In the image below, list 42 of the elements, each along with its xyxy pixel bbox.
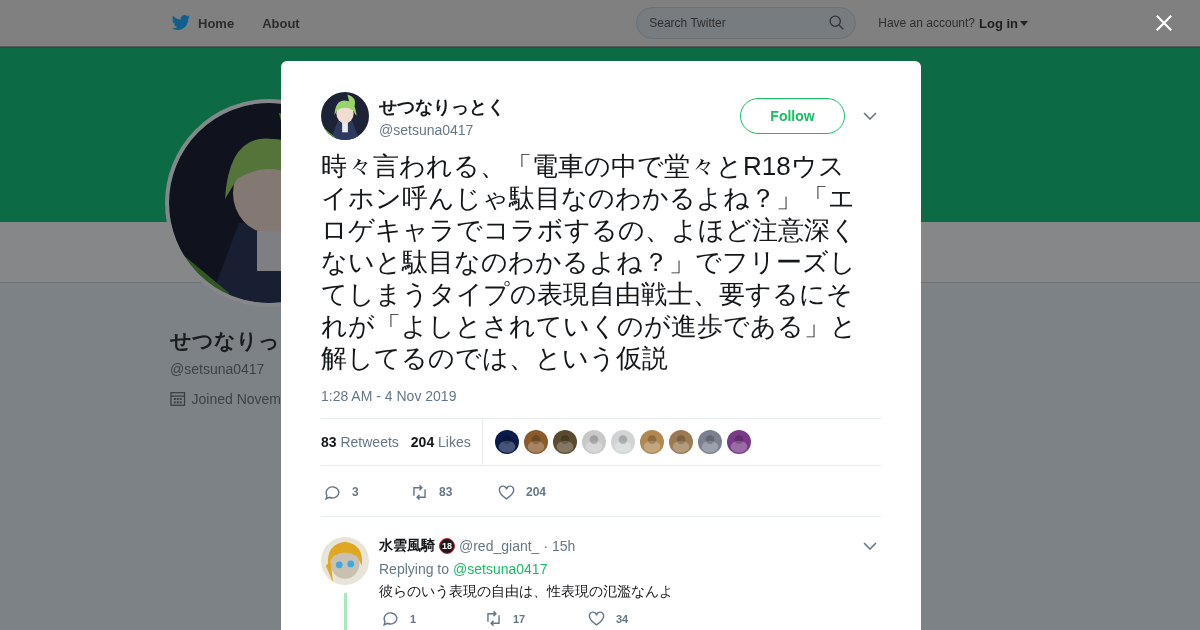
retweet-button[interactable]: 83	[410, 478, 463, 506]
replying-label: Replying to	[379, 561, 450, 577]
calendar-icon	[170, 391, 186, 407]
retweet-button[interactable]: 17	[484, 609, 537, 628]
follow-button[interactable]: Follow	[740, 98, 845, 134]
heart-icon	[497, 482, 516, 502]
reply-button[interactable]: 1	[381, 609, 434, 628]
likes-link[interactable]: 204 Likes	[410, 434, 471, 450]
heart-icon	[587, 609, 606, 628]
like-button[interactable]: 204	[497, 478, 550, 506]
retweet-icon	[484, 609, 503, 628]
account-prompt: Have an account?	[878, 16, 975, 30]
reply-text: 彼らのいう表現の自由は、性表現の氾濫なんよ	[379, 583, 674, 601]
search-field[interactable]: Search Twitter	[636, 7, 857, 39]
user-handle: @setsuna0417	[379, 121, 475, 138]
reply-time: · 15h	[543, 538, 576, 554]
reply-button[interactable]: 3	[323, 478, 376, 506]
like-button[interactable]: 34	[587, 609, 640, 628]
search-icon	[828, 14, 846, 31]
joined-date: Joined Novem	[191, 391, 281, 407]
close-button[interactable]	[1155, 14, 1173, 32]
reply-author: 水雲風騎	[379, 537, 435, 555]
login-link[interactable]: Log in	[979, 15, 1028, 31]
close-icon	[1155, 14, 1173, 32]
retweets-link[interactable]: 83 Retweets	[321, 434, 399, 450]
nav-link[interactable]: Home	[198, 15, 235, 31]
bird-icon	[170, 13, 192, 33]
user-name: せつなりっとく	[379, 95, 506, 119]
tweet-text: 時々言われる、「電車の中で堂々とR18ウスイホン呼んじゃ駄目なのわかるよね？」「エロゲキャラでコラボするの、よほど注意深くないと駄目なのわかるよね？」でフリーズしてしまうタイプの表現自由戦士、要するにそれが「よしとされていくのが進歩である」と解してるのでは、という仮説	[321, 150, 857, 374]
profile-handle: @setsuna0417	[170, 361, 265, 377]
mention-link[interactable]: @setsuna0417	[453, 561, 548, 577]
chevron-icon	[863, 542, 877, 550]
retweet-icon	[410, 482, 429, 502]
thread-line	[343, 593, 347, 630]
chevron-icon	[863, 112, 877, 120]
age-badge: 18	[439, 538, 455, 554]
tweet-timestamp: 1:28 AM - 4 Nov 2019	[321, 388, 881, 419]
caret-icon	[1020, 20, 1028, 26]
reply-icon	[381, 609, 400, 628]
reply-handle: @red_giant_	[459, 538, 540, 554]
profile-name: せつなりっ	[170, 328, 280, 355]
nav-link[interactable]: About	[262, 15, 300, 31]
